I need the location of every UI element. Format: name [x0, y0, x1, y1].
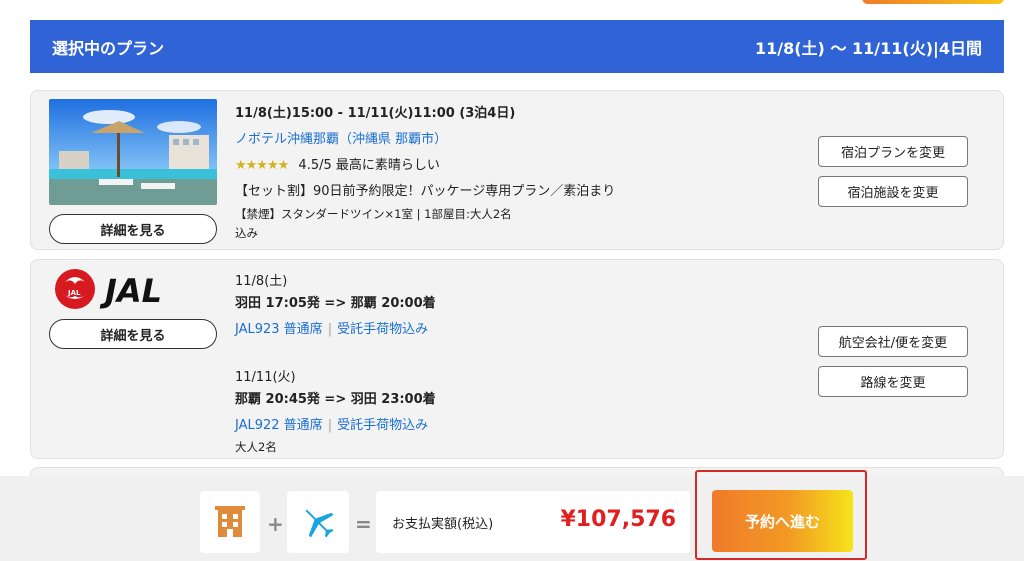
equals-sign: =	[355, 512, 372, 536]
return-flight-number: JAL922 普通席	[235, 418, 323, 433]
outbound-baggage: 受託手荷物込み	[337, 322, 429, 337]
jal-logo: JAL JAL	[49, 266, 217, 312]
building-icon	[215, 506, 245, 537]
hotel-card: 詳細を見る 11/8(土)15:00 - 11/11(火)11:00 (3泊4日…	[30, 90, 1004, 250]
change-hotel-facility-button[interactable]: 宿泊施設を変更	[818, 176, 968, 207]
rating-text: 4.5/5 最高に素晴らしい	[298, 158, 440, 173]
plan-header-title: 選択中のプラン	[52, 38, 165, 58]
return-route: 那覇 20:45発 => 羽田 23:00着	[235, 392, 436, 407]
total-tile: お支払実額(税込) ¥107,576	[376, 491, 690, 553]
flight-tile	[287, 491, 349, 553]
airplane-icon	[305, 509, 334, 538]
plus-sign: +	[267, 512, 284, 536]
total-label: お支払実額(税込)	[392, 517, 494, 532]
page: 選択中のプラン 11/8(土) 〜 11/11(火)|4日間 詳細を見る 11/…	[0, 0, 1024, 561]
flight-card: JAL JAL 詳細を見る 11/8(土) 羽田 17:05発 => 那覇 20…	[30, 259, 1004, 459]
change-hotel-plan-button[interactable]: 宿泊プランを変更	[818, 136, 968, 167]
airline-name: JAL	[99, 272, 162, 310]
return-flight-info[interactable]: JAL922 普通席 | 受託手荷物込み	[235, 414, 428, 433]
top-action-button-edge[interactable]	[862, 0, 1004, 4]
svg-text:JAL: JAL	[67, 289, 81, 297]
change-route-button[interactable]: 路線を変更	[818, 366, 968, 397]
hotel-rating: ★★★★★ 4.5/5 最高に素晴らしい	[235, 154, 440, 173]
change-airline-button[interactable]: 航空会社/便を変更	[818, 326, 968, 357]
return-date: 11/11(火)	[235, 370, 296, 385]
reserve-button[interactable]: 予約へ進む	[712, 490, 853, 552]
hotel-tile	[200, 491, 260, 553]
rating-stars-icon: ★★★★★	[235, 158, 289, 173]
separator: |	[327, 322, 333, 337]
passenger-count: 大人2名	[235, 440, 277, 454]
total-price: ¥107,576	[560, 507, 676, 532]
outbound-route: 羽田 17:05発 => 那覇 20:00着	[235, 296, 436, 311]
separator: |	[327, 418, 333, 433]
plan-header-dates: 11/8(土) 〜 11/11(火)|4日間	[755, 38, 982, 58]
hotel-tax-note: 込み	[235, 226, 258, 240]
hotel-name-link[interactable]: ノボテル沖縄那覇（沖縄県 那覇市）	[235, 128, 447, 147]
flight-detail-button[interactable]: 詳細を見る	[49, 319, 217, 349]
hotel-plan-name: 【セット割】90日前予約限定！パッケージ専用プラン／素泊まり	[235, 184, 616, 199]
outbound-flight-info[interactable]: JAL923 普通席 | 受託手荷物込み	[235, 318, 428, 337]
hotel-detail-button[interactable]: 詳細を見る	[49, 214, 217, 244]
outbound-flight-number: JAL923 普通席	[235, 322, 323, 337]
plan-header: 選択中のプラン 11/8(土) 〜 11/11(火)|4日間	[30, 20, 1004, 73]
return-baggage: 受託手荷物込み	[337, 418, 429, 433]
hotel-stay-dates: 11/8(土)15:00 - 11/11(火)11:00 (3泊4日)	[235, 106, 516, 121]
hotel-room-info: 【禁煙】スタンダードツイン×1室 | 1部屋目:大人2名	[235, 207, 512, 221]
outbound-date: 11/8(土)	[235, 274, 288, 289]
hotel-image[interactable]	[49, 99, 217, 205]
checkout-footer: + = お支払実額(税込) ¥107,576 予約へ進む	[0, 470, 1024, 561]
